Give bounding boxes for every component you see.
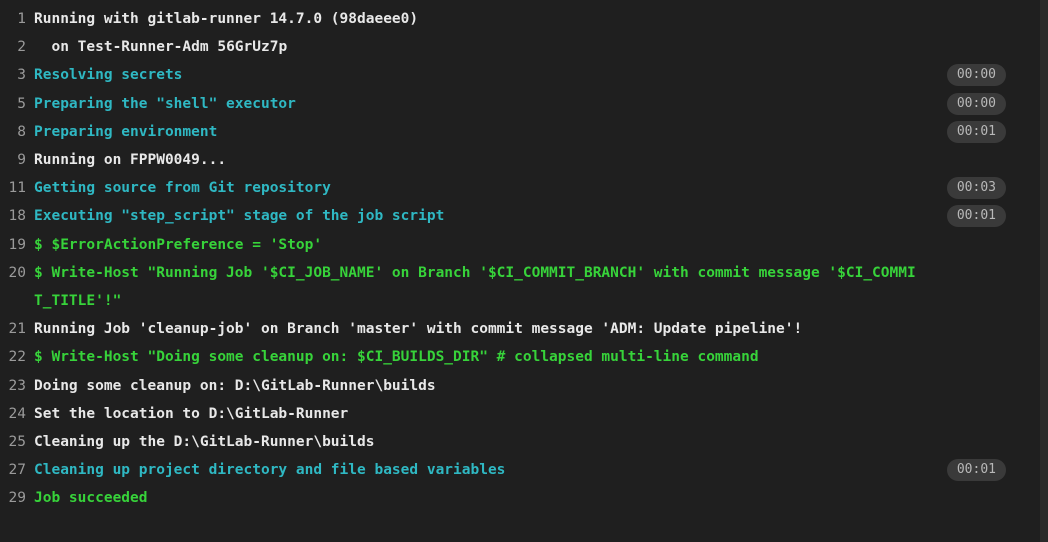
log-line: 25 Cleaning up the D:\GitLab-Runner\build… <box>0 428 1040 456</box>
log-line: 2 on Test-Runner-Adm 56GrUz7p <box>0 33 1040 61</box>
log-text: Getting source from Git repository <box>34 180 331 197</box>
log-text: Running on FPPW0049... <box>34 152 227 169</box>
log-text: Executing "step_script" stage of the job… <box>34 208 445 225</box>
log-text: Preparing the "shell" executor <box>34 95 296 112</box>
log-line: 29 Job succeeded <box>0 484 1040 512</box>
log-section-header[interactable]: 27 Cleaning up project directory and file… <box>0 456 1040 484</box>
section-duration-badge: 00:01 <box>946 120 1006 143</box>
scrollbar-track[interactable] <box>1040 0 1048 542</box>
log-line: 24 Set the location to D:\GitLab-Runner <box>0 400 1040 428</box>
line-number[interactable]: 11 <box>0 174 26 202</box>
log-text: Preparing environment <box>34 123 218 140</box>
log-section-header[interactable]: 5 Preparing the "shell" executor 00:00 <box>0 90 1040 118</box>
section-duration-badge: 00:01 <box>946 205 1006 228</box>
log-line: 21 Running Job 'cleanup-job' on Branch 'm… <box>0 315 1040 343</box>
log-text: Job succeeded <box>34 490 148 507</box>
log-section-header[interactable]: 8 Preparing environment 00:01 <box>0 118 1040 146</box>
log-line: 9 Running on FPPW0049... <box>0 146 1040 174</box>
line-number[interactable]: 27 <box>0 456 26 484</box>
line-number[interactable]: 3 <box>0 61 26 89</box>
log-section-header[interactable]: 11 Getting source from Git repository 00:0… <box>0 174 1040 202</box>
log-text: Doing some cleanup on: D:\GitLab-Runner\… <box>34 377 436 394</box>
section-duration-badge: 00:03 <box>946 177 1006 200</box>
log-text: Cleaning up the D:\GitLab-Runner\builds <box>34 434 375 451</box>
line-number[interactable]: 29 <box>0 484 26 512</box>
log-line: 22 $ Write-Host "Doing some cleanup on: $… <box>0 343 1040 371</box>
line-number[interactable]: 19 <box>0 231 26 259</box>
log-text: on Test-Runner-Adm 56GrUz7p <box>34 39 288 56</box>
line-number[interactable]: 24 <box>0 400 26 428</box>
line-number[interactable]: 5 <box>0 90 26 118</box>
log-text: Running with gitlab-runner 14.7.0 (98dae… <box>34 11 419 27</box>
section-duration-badge: 00:01 <box>946 459 1006 482</box>
line-number[interactable]: 21 <box>0 315 26 343</box>
log-section-header[interactable]: 18 Executing "step_script" stage of the j… <box>0 202 1040 230</box>
line-number[interactable]: 8 <box>0 118 26 146</box>
section-duration-badge: 00:00 <box>946 92 1006 115</box>
log-line: 19 $ $ErrorActionPreference = 'Stop' <box>0 231 1040 259</box>
log-section-header[interactable]: 3 Resolving secrets 00:00 <box>0 61 1040 89</box>
log-text: Set the location to D:\GitLab-Runner <box>34 405 349 422</box>
line-number[interactable]: 18 <box>0 202 26 230</box>
line-number[interactable]: 1 <box>0 5 26 33</box>
line-number[interactable]: 9 <box>0 146 26 174</box>
section-duration-badge: 00:00 <box>946 64 1006 87</box>
log-text: $ Write-Host "Doing some cleanup on: $CI… <box>34 349 759 366</box>
log-line: 20 $ Write-Host "Running Job '$CI_JOB_NAM… <box>0 259 1040 315</box>
log-text: Resolving secrets <box>34 67 183 84</box>
line-number[interactable]: 2 <box>0 33 26 61</box>
line-number[interactable]: 25 <box>0 428 26 456</box>
line-number[interactable]: 22 <box>0 343 26 371</box>
log-line: 23 Doing some cleanup on: D:\GitLab-Runne… <box>0 372 1040 400</box>
log-text: $ $ErrorActionPreference = 'Stop' <box>34 236 323 253</box>
log-text: Cleaning up project directory and file b… <box>34 462 506 479</box>
job-log: 1 Running with gitlab-runner 14.7.0 (98da… <box>0 0 1048 542</box>
log-text: $ Write-Host "Running Job '$CI_JOB_NAME'… <box>34 264 916 310</box>
log-text: Running Job 'cleanup-job' on Branch 'mas… <box>34 321 803 338</box>
line-number[interactable]: 20 <box>0 259 26 287</box>
log-line: 1 Running with gitlab-runner 14.7.0 (98da… <box>0 5 1040 33</box>
log-lines: 1 Running with gitlab-runner 14.7.0 (98da… <box>0 5 1040 513</box>
line-number[interactable]: 23 <box>0 372 26 400</box>
